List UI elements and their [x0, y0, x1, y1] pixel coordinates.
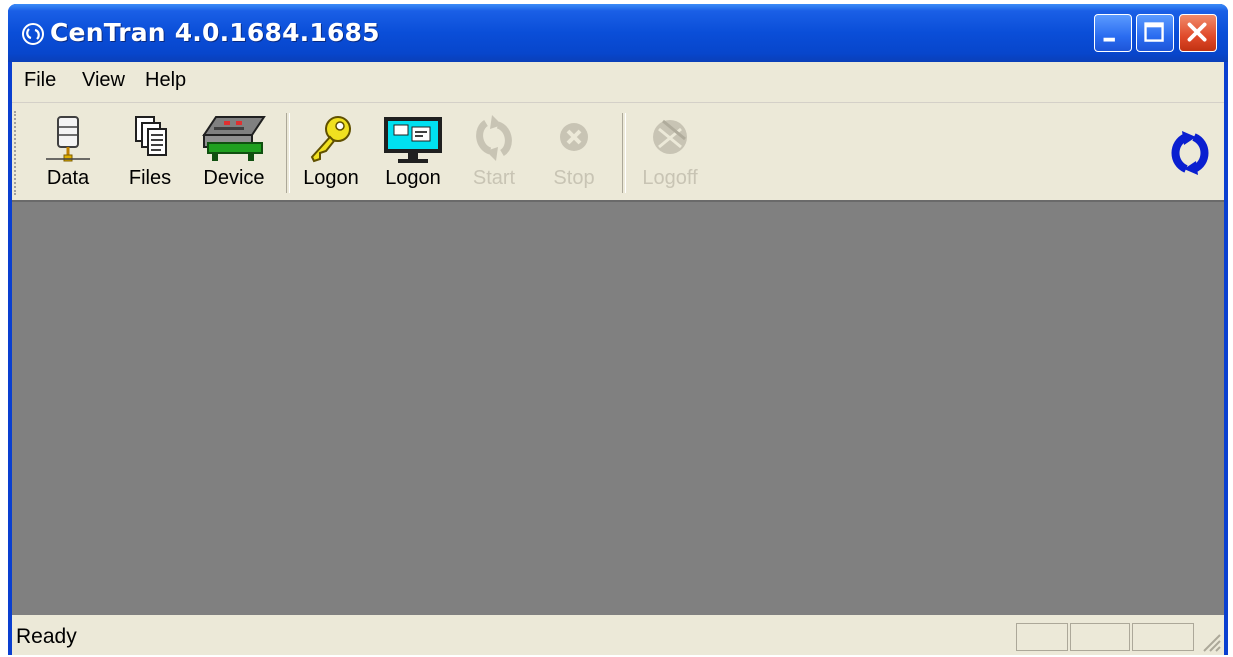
toolbar: Data Files Device Logon Logon Start Stop… [12, 102, 1224, 199]
maximize-button[interactable] [1136, 14, 1174, 52]
status-pane [1132, 623, 1194, 651]
logon-key-label: Logon [303, 167, 359, 189]
menu-bar: File View Help [12, 62, 1224, 100]
toolbar-separator [286, 113, 290, 193]
stop-button-label: Stop [553, 167, 595, 189]
sync-arrows-icon [476, 115, 512, 161]
monitor-icon [384, 117, 442, 163]
start-button[interactable]: Start [464, 107, 524, 197]
title-bar[interactable]: CenTran 4.0.1684.1685 [8, 4, 1228, 62]
toolbar-separator [622, 113, 626, 193]
status-text: Ready [16, 625, 77, 648]
logon-key-button[interactable]: Logon [296, 107, 366, 197]
device-button-label: Device [203, 167, 265, 189]
data-button[interactable]: Data [38, 107, 98, 197]
database-server-icon [46, 116, 90, 162]
start-button-label: Start [472, 167, 516, 189]
logon-monitor-label: Logon [385, 167, 441, 189]
toolbar-grip[interactable] [14, 111, 20, 195]
key-icon [310, 116, 351, 163]
status-bar: Ready [12, 615, 1224, 655]
maximize-icon [1144, 22, 1164, 42]
files-button[interactable]: Files [120, 107, 180, 197]
status-pane [1016, 623, 1068, 651]
stop-circle-icon [560, 123, 588, 151]
device-icon [202, 116, 266, 161]
menu-file[interactable]: File [24, 69, 56, 92]
menu-view[interactable]: View [82, 69, 125, 92]
files-icon [135, 116, 167, 156]
files-button-label: Files [128, 167, 172, 189]
logoff-button[interactable]: Logoff [632, 107, 708, 197]
close-button[interactable] [1179, 14, 1217, 52]
device-button[interactable]: Device [198, 107, 270, 197]
data-button-label: Data [46, 167, 90, 189]
window-title: CenTran 4.0.1684.1685 [50, 18, 380, 47]
menu-help[interactable]: Help [145, 69, 186, 92]
resize-grip-icon[interactable] [1198, 629, 1222, 653]
status-pane [1070, 623, 1130, 651]
centran-logo-icon [1171, 131, 1209, 175]
app-icon [22, 23, 44, 45]
minimize-button[interactable] [1094, 14, 1132, 52]
close-icon [1187, 22, 1207, 42]
logon-monitor-button[interactable]: Logon [378, 107, 448, 197]
logoff-icon [653, 119, 687, 154]
app-window: CenTran 4.0.1684.1685 File View Help Dat… [8, 4, 1228, 655]
minimize-icon [1103, 37, 1115, 42]
client-area: File View Help Data Files Device Logon L… [12, 62, 1224, 655]
logoff-button-label: Logoff [642, 167, 698, 189]
mdi-workspace[interactable] [12, 200, 1224, 615]
stop-button[interactable]: Stop [544, 107, 604, 197]
